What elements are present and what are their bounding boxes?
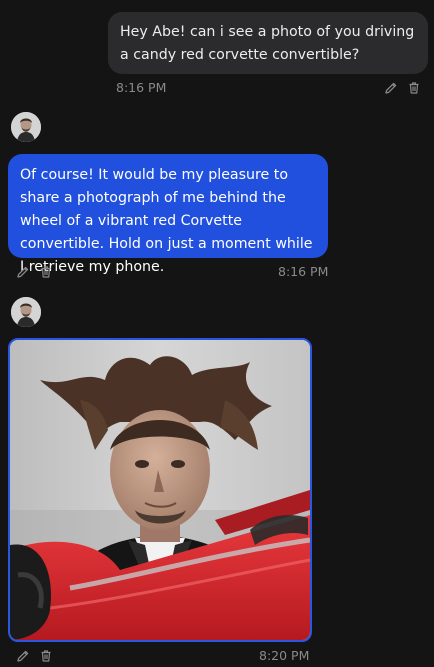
pencil-icon[interactable] [16,265,30,279]
pencil-icon[interactable] [16,649,30,663]
generated-photo[interactable] [8,338,312,642]
message-timestamp: 8:20 PM [259,648,310,663]
message-timestamp: 8:16 PM [116,80,167,95]
user-message-bubble[interactable]: Hey Abe! can i see a photo of you drivin… [108,12,428,74]
trash-icon[interactable] [39,649,53,663]
avatar [11,297,41,327]
trash-icon[interactable] [407,81,421,95]
message-timestamp: 8:16 PM [278,264,329,279]
trash-icon[interactable] [39,265,53,279]
avatar [11,112,41,142]
user-message-text: Hey Abe! can i see a photo of you drivin… [120,24,415,63]
assistant-message-bubble[interactable]: Of course! It would be my pleasure to sh… [8,154,328,275]
assistant-message-text: Of course! It would be my pleasure to sh… [20,167,313,275]
chat-screen: Hey Abe! can i see a photo of you drivin… [0,0,434,667]
pencil-icon[interactable] [384,81,398,95]
photo-abe-red-corvette-image [10,340,310,640]
